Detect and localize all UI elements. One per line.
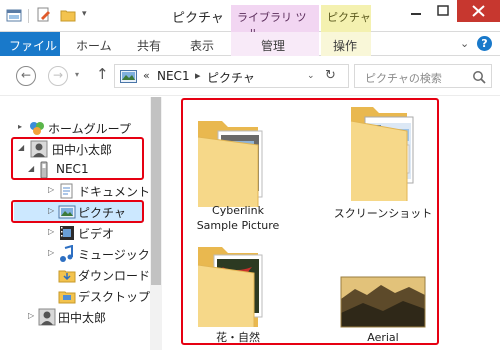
close-icon bbox=[472, 5, 485, 17]
nav-item-documents[interactable]: ▷ ドキュメント bbox=[0, 181, 150, 201]
address-bar[interactable]: « NEC1 ▸ ピクチャ ⌄ ↻ bbox=[114, 64, 349, 88]
up-arrow-icon[interactable]: ↑ bbox=[96, 65, 109, 83]
maximize-icon bbox=[437, 5, 449, 16]
arrow-left-icon: ← bbox=[20, 68, 32, 82]
nav-expander[interactable]: ◢ bbox=[28, 164, 34, 173]
folder-screenshots[interactable]: スクリーンショット bbox=[333, 101, 433, 236]
content-pane[interactable]: Cyberlink Sample Picture スクリーンショット 花・自然 bbox=[163, 97, 500, 350]
nav-scrollbar-thumb[interactable] bbox=[151, 97, 161, 285]
documents-icon bbox=[60, 183, 73, 199]
downloads-icon bbox=[58, 270, 76, 283]
forward-button[interactable]: → bbox=[48, 66, 68, 86]
nav-item-homegroup[interactable]: ▸ ホームグループ bbox=[0, 118, 150, 138]
context-tab-picture-tools: ピクチャ ツール bbox=[321, 5, 371, 32]
pictures-icon bbox=[58, 205, 76, 219]
nav-item-music[interactable]: ▷ ミュージック bbox=[0, 244, 150, 264]
folder-cyberlink-sample-picture[interactable]: Cyberlink Sample Picture bbox=[188, 101, 288, 236]
desktop-icon bbox=[58, 291, 76, 304]
properties-icon[interactable] bbox=[36, 7, 52, 23]
back-button[interactable]: ← bbox=[16, 66, 36, 86]
search-icon[interactable] bbox=[472, 70, 486, 84]
address-toolbar: ← → ▾ ↑ « NEC1 ▸ ピクチャ ⌄ ↻ ピクチャの検索 bbox=[0, 56, 500, 96]
tab-operate[interactable]: 操作 bbox=[333, 37, 357, 54]
expand-ribbon-icon[interactable]: ⌄ bbox=[460, 37, 469, 50]
new-folder-icon[interactable] bbox=[60, 7, 76, 23]
nav-expander[interactable]: ▷ bbox=[48, 248, 54, 257]
ribbon-tab-bar: ファイル ホーム 共有 表示 管理 操作 ⌄ ? bbox=[0, 32, 500, 56]
nav-item-user-kotaro[interactable]: ◢ 田中小太郎 bbox=[0, 139, 150, 159]
device-icon bbox=[40, 161, 48, 179]
nav-expander[interactable]: ◢ bbox=[18, 143, 24, 152]
tab-file[interactable]: ファイル bbox=[0, 32, 60, 56]
nav-item-label: ビデオ bbox=[78, 227, 115, 241]
nav-item-label: ホームグループ bbox=[48, 122, 131, 136]
minimize-icon bbox=[411, 13, 421, 15]
nav-item-label: ダウンロード bbox=[78, 269, 151, 283]
nav-item-desktop[interactable]: デスクトップ bbox=[0, 286, 150, 306]
nav-item-nec1[interactable]: ◢ NEC1 bbox=[0, 160, 150, 180]
quick-access-dropdown-icon[interactable]: ▾ bbox=[82, 9, 87, 19]
folder-flowers-nature[interactable]: 花・自然 bbox=[188, 243, 288, 345]
search-input[interactable]: ピクチャの検索 bbox=[365, 70, 442, 86]
tab-manage[interactable]: 管理 bbox=[261, 37, 285, 54]
nav-item-label: NEC1 bbox=[56, 162, 89, 176]
recent-locations-dropdown-icon[interactable]: ▾ bbox=[75, 70, 79, 79]
nav-expander[interactable]: ▷ bbox=[48, 206, 54, 215]
close-button[interactable] bbox=[457, 0, 500, 22]
folder-nature-icon bbox=[197, 247, 263, 327]
homegroup-icon bbox=[30, 122, 44, 135]
help-button[interactable]: ? bbox=[477, 36, 492, 51]
nav-item-user-taro[interactable]: ▷ 田中太郎 bbox=[0, 307, 150, 327]
refresh-icon[interactable]: ↻ bbox=[325, 68, 336, 83]
nav-item-label: ドキュメント bbox=[78, 185, 151, 199]
folder-label: スクリーンショット bbox=[333, 207, 433, 220]
nav-expander[interactable]: ▷ bbox=[28, 311, 34, 320]
nav-item-videos[interactable]: ▷ ビデオ bbox=[0, 223, 150, 243]
nav-item-label: 田中小太郎 bbox=[52, 143, 113, 157]
tab-share[interactable]: 共有 bbox=[137, 37, 161, 54]
nav-expander[interactable]: ▷ bbox=[48, 185, 54, 194]
breadcrumb-pictures[interactable]: ピクチャ bbox=[207, 69, 255, 86]
window-title: ピクチャ bbox=[172, 11, 224, 26]
nav-item-pictures[interactable]: ▷ ピクチャ bbox=[0, 202, 150, 222]
breadcrumb-separator[interactable]: ▸ bbox=[195, 69, 201, 82]
tab-view[interactable]: 表示 bbox=[190, 37, 214, 54]
folder-label: Sample Picture bbox=[196, 219, 280, 232]
navigation-pane[interactable]: ▸ ホームグループ ◢ 田中小太郎 ◢ NEC1 ▷ ドキュメント ▷ ピクチャ… bbox=[0, 97, 162, 350]
tab-home[interactable]: ホーム bbox=[76, 37, 112, 54]
nav-item-label: ミュージック bbox=[78, 248, 150, 262]
videos-icon bbox=[60, 226, 74, 240]
folder-label: Cyberlink bbox=[212, 204, 264, 217]
nav-expander[interactable]: ▸ bbox=[18, 122, 22, 131]
explorer-icon[interactable] bbox=[6, 7, 22, 23]
arrow-right-icon: → bbox=[52, 68, 64, 82]
user-icon bbox=[38, 308, 56, 326]
context-tab-library-tools: ライブラリ ツール bbox=[231, 5, 319, 40]
breadcrumb-nec1[interactable]: NEC1 bbox=[157, 69, 190, 83]
folder-photo-icon bbox=[197, 121, 263, 207]
user-icon bbox=[30, 140, 48, 158]
help-icon: ? bbox=[481, 37, 488, 50]
folder-aerial[interactable]: Aerial bbox=[333, 243, 433, 345]
maximize-button[interactable] bbox=[430, 0, 457, 22]
nav-item-label: デスクトップ bbox=[78, 290, 151, 304]
minimize-button[interactable] bbox=[402, 0, 430, 22]
title-bar: ▾ ピクチャ ライブラリ ツール ピクチャ ツール bbox=[0, 0, 500, 40]
nav-item-downloads[interactable]: ダウンロード bbox=[0, 265, 150, 285]
folder-label: 花・自然 bbox=[216, 331, 260, 344]
folder-screenshot-icon bbox=[350, 107, 414, 201]
address-dropdown-icon[interactable]: ⌄ bbox=[307, 71, 315, 81]
nav-expander[interactable]: ▷ bbox=[48, 227, 54, 236]
nav-item-label: ピクチャ bbox=[78, 206, 126, 220]
breadcrumb-overflow[interactable]: « bbox=[143, 69, 150, 82]
nav-item-label: 田中太郎 bbox=[58, 311, 107, 325]
folder-aerial-icon bbox=[340, 276, 426, 328]
search-box[interactable]: ピクチャの検索 bbox=[354, 64, 492, 88]
toolbar-divider bbox=[28, 9, 29, 23]
music-icon bbox=[60, 245, 73, 262]
pictures-library-icon bbox=[120, 70, 137, 83]
folder-label: Aerial bbox=[367, 331, 399, 344]
